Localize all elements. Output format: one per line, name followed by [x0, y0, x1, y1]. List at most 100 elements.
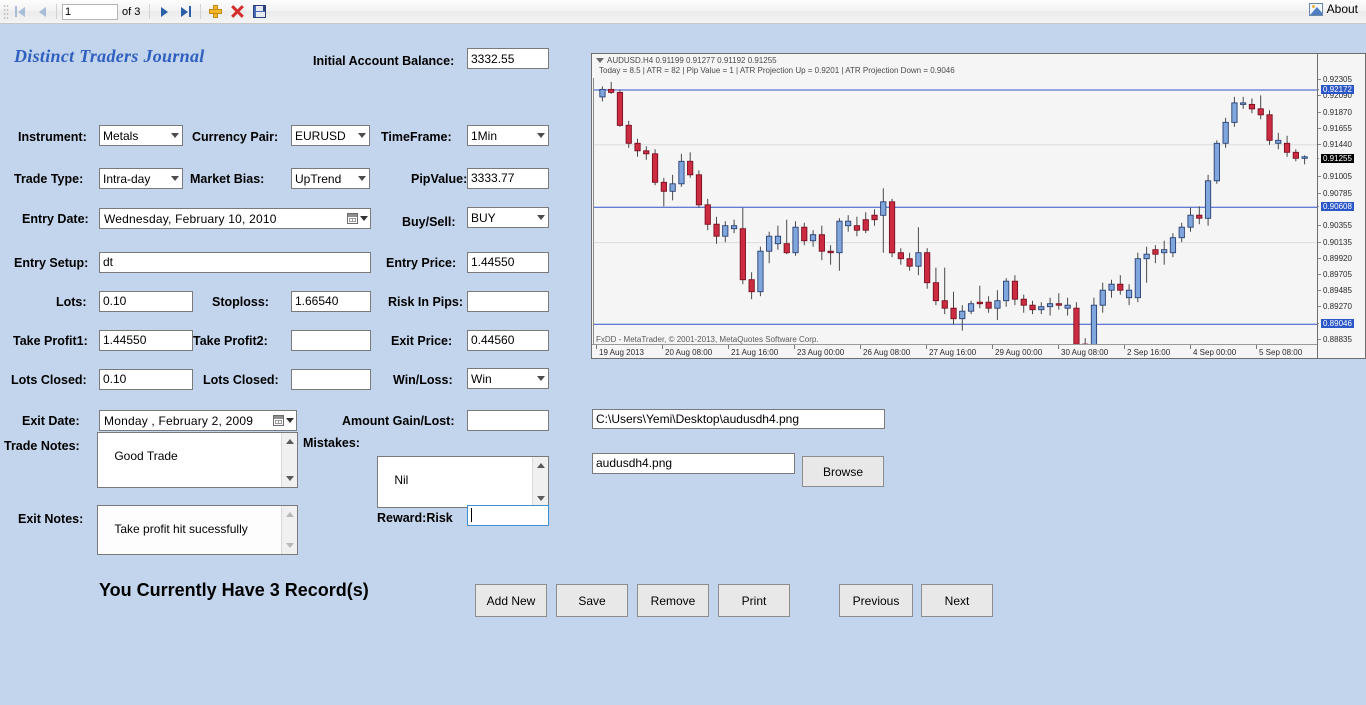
- chevron-down-icon[interactable]: [167, 126, 182, 145]
- chevron-down-icon[interactable]: [533, 369, 548, 388]
- amount-gain-lost-input[interactable]: [467, 410, 549, 431]
- trade-type-select[interactable]: Intra-day: [99, 168, 183, 189]
- pip-value-input[interactable]: 3333.77: [467, 168, 549, 189]
- stoploss-input[interactable]: 1.66540: [291, 291, 371, 312]
- image-name-input[interactable]: audusdh4.png: [592, 453, 795, 474]
- first-record-icon: [15, 6, 17, 17]
- chart-time-axis: 19 Aug 2013 20 Aug 08:00 21 Aug 16:00 23 Au…: [592, 344, 1317, 358]
- take-profit2-input[interactable]: [291, 330, 371, 351]
- entry-date-picker[interactable]: Wednesday, February 10, 2010: [99, 208, 371, 229]
- chart-dropdown-icon[interactable]: [596, 58, 604, 64]
- toolbar-separator: [200, 4, 202, 19]
- reward-risk-input[interactable]: [467, 505, 549, 526]
- price-tick: 0.91870: [1318, 107, 1352, 117]
- chevron-down-icon[interactable]: [533, 208, 548, 227]
- mistakes-scrollbar[interactable]: [532, 457, 548, 507]
- chevron-down-icon[interactable]: [533, 126, 548, 145]
- trade-notes-textarea[interactable]: Good Trade: [97, 432, 298, 488]
- time-tick: 26 Aug 08:00: [859, 345, 911, 357]
- save-record-button[interactable]: [249, 2, 269, 22]
- chevron-down-icon[interactable]: [354, 126, 369, 145]
- previous-button[interactable]: Previous: [839, 584, 913, 617]
- add-new-button[interactable]: Add New: [475, 584, 547, 617]
- browse-button[interactable]: Browse: [802, 456, 884, 487]
- chart-footer: FxDD - MetaTrader, © 2001-2013, MetaQuot…: [596, 335, 819, 344]
- amount-gain-lost-label: Amount Gain/Lost:: [342, 414, 455, 428]
- lots-closed1-label: Lots Closed:: [11, 373, 87, 387]
- save-button[interactable]: Save: [556, 584, 628, 617]
- lots-closed2-input[interactable]: [291, 369, 371, 390]
- close-icon: [231, 5, 244, 18]
- about-button-label: About: [1326, 2, 1358, 16]
- exit-notes-value: Take profit hit sucessfully: [114, 522, 248, 536]
- about-button[interactable]: About: [1308, 2, 1358, 16]
- trade-notes-value: Good Trade: [114, 449, 178, 463]
- entry-setup-input[interactable]: dt: [99, 252, 371, 273]
- scroll-down-icon[interactable]: [282, 538, 297, 553]
- initial-balance-input[interactable]: [467, 48, 549, 69]
- chart-subtitle: Today = 8.5 | ATR = 82 | Pip Value = 1 |…: [599, 66, 955, 75]
- entry-date-label: Entry Date:: [22, 212, 89, 226]
- reward-risk-label: Reward:Risk: [377, 511, 453, 525]
- pip-value-label: PipValue:: [411, 172, 468, 186]
- scroll-down-icon[interactable]: [282, 471, 297, 486]
- trade-type-value: Intra-day: [103, 171, 151, 186]
- price-tick-highlight: 0.91255: [1318, 153, 1354, 163]
- lots-closed2-label: Lots Closed:: [203, 373, 279, 387]
- scroll-down-icon[interactable]: [533, 491, 548, 506]
- scroll-up-icon[interactable]: [533, 458, 548, 473]
- mistakes-textarea[interactable]: Nil: [377, 456, 549, 508]
- plus-icon: [208, 5, 222, 18]
- timeframe-select[interactable]: 1Min: [467, 125, 549, 146]
- chevron-down-icon[interactable]: [354, 169, 369, 188]
- price-tick: 0.90355: [1318, 221, 1352, 231]
- first-record-button[interactable]: [10, 2, 30, 22]
- buy-sell-select[interactable]: BUY: [467, 207, 549, 228]
- price-tick: 0.90785: [1318, 188, 1352, 198]
- trade-screenshot-chart[interactable]: AUDUSD.H4 0.91199 0.91277 0.91192 0.9125…: [591, 53, 1318, 359]
- next-record-button[interactable]: [154, 2, 174, 22]
- mistakes-value: Nil: [394, 473, 409, 487]
- remove-button[interactable]: Remove: [637, 584, 709, 617]
- price-tick-highlight: 0.90608: [1318, 202, 1354, 212]
- exit-notes-textarea[interactable]: Take profit hit sucessfully: [97, 505, 298, 555]
- entry-date-calendar-button[interactable]: [344, 209, 370, 228]
- exit-date-calendar-button[interactable]: [270, 411, 296, 430]
- win-loss-select[interactable]: Win: [467, 368, 549, 389]
- page-title: Distinct Traders Journal: [14, 46, 205, 66]
- lots-label: Lots:: [56, 295, 87, 309]
- entry-price-label: Entry Price:: [386, 256, 457, 270]
- currency-pair-select[interactable]: EURUSD: [291, 125, 370, 146]
- previous-record-button[interactable]: [32, 2, 52, 22]
- image-path-display[interactable]: C:\Users\Yemi\Desktop\audusdh4.png: [592, 409, 885, 429]
- exit-notes-scrollbar[interactable]: [281, 506, 297, 554]
- trade-notes-scrollbar[interactable]: [281, 433, 297, 487]
- chevron-down-icon[interactable]: [167, 169, 182, 188]
- delete-record-button[interactable]: [227, 2, 247, 22]
- take-profit1-input[interactable]: 1.44550: [99, 330, 193, 351]
- exit-date-picker[interactable]: Monday , February 2, 2009: [99, 410, 297, 431]
- lots-input[interactable]: 0.10: [99, 291, 193, 312]
- buy-sell-value: BUY: [471, 210, 496, 225]
- page-number-input[interactable]: [62, 3, 118, 20]
- add-record-button[interactable]: [205, 2, 225, 22]
- market-bias-label: Market Bias:: [190, 172, 265, 186]
- trade-type-label: Trade Type:: [14, 172, 84, 186]
- instrument-label: Instrument:: [18, 130, 87, 144]
- take-profit2-label: Take Profit2:: [193, 334, 268, 348]
- toolbar-separator: [149, 4, 151, 19]
- next-button[interactable]: Next: [921, 584, 993, 617]
- scroll-up-icon[interactable]: [282, 434, 297, 449]
- toolbar-drag-grip[interactable]: [3, 3, 9, 20]
- risk-in-pips-input[interactable]: [467, 291, 549, 312]
- price-tick: 0.89485: [1318, 286, 1352, 296]
- last-record-button[interactable]: [176, 2, 196, 22]
- instrument-select[interactable]: Metals: [99, 125, 183, 146]
- scroll-up-icon[interactable]: [282, 507, 297, 522]
- market-bias-select[interactable]: UpTrend: [291, 168, 370, 189]
- print-button[interactable]: Print: [718, 584, 790, 617]
- lots-closed1-input[interactable]: 0.10: [99, 369, 193, 390]
- record-navigation-toolbar: of 3 About: [0, 0, 1366, 24]
- entry-price-input[interactable]: 1.44550: [467, 252, 549, 273]
- exit-price-input[interactable]: 0.44560: [467, 330, 549, 351]
